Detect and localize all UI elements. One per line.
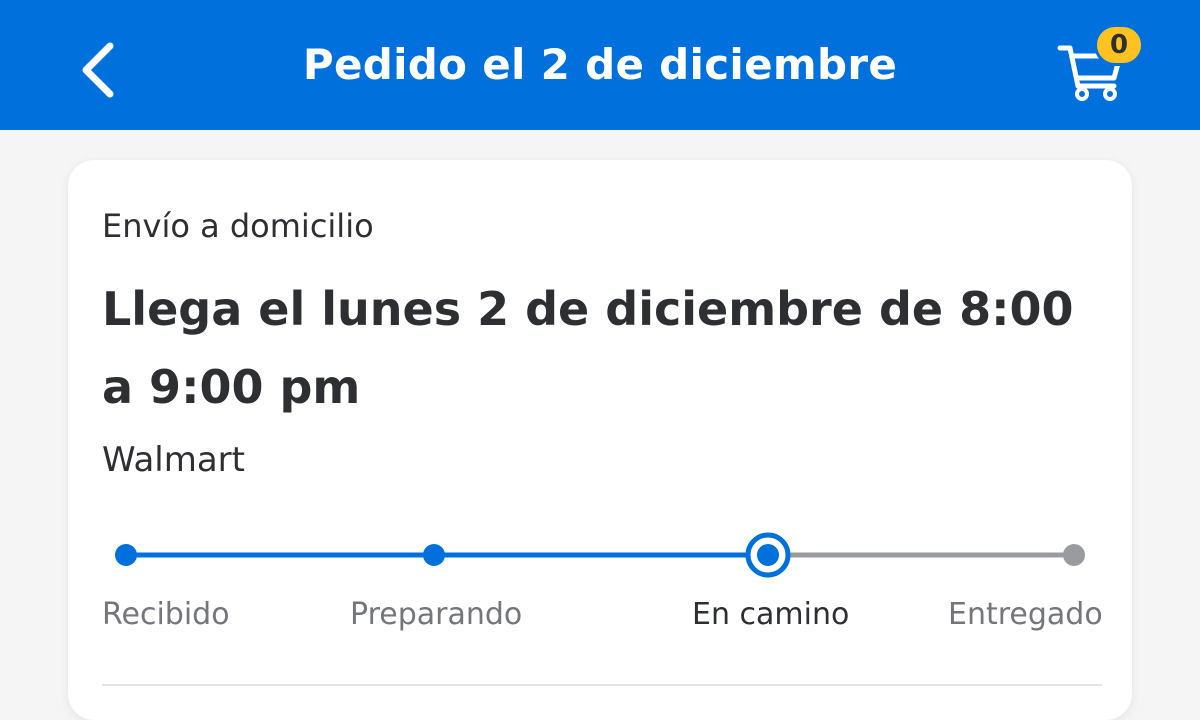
- page-title: Pedido el 2 de diciembre: [302, 40, 898, 89]
- divider: [102, 684, 1102, 686]
- order-status-card: Envío a domicilio Llega el lunes 2 de di…: [68, 160, 1132, 720]
- tracker-dot-recibido: [115, 544, 137, 566]
- arrival-window: Llega el lunes 2 de diciembre de 8:00 a …: [102, 282, 1074, 414]
- step-label-en-camino: En camino: [692, 597, 850, 632]
- tracker-dot-preparando: [423, 544, 445, 566]
- tracker-dot-en-camino-inner: [757, 544, 779, 566]
- step-label-preparando: Preparando: [350, 597, 523, 632]
- top-app-bar: Pedido el 2 de diciembre: [0, 0, 1200, 130]
- step-label-recibido: Recibido: [102, 597, 230, 632]
- shipping-type: Envío a domicilio: [102, 207, 374, 245]
- cart-count-badge: 0: [1094, 24, 1144, 66]
- store-name: Walmart: [102, 440, 245, 480]
- tracker-dot-entregado: [1063, 544, 1085, 566]
- order-progress-tracker: [115, 532, 1085, 578]
- step-label-entregado: Entregado: [948, 597, 1103, 632]
